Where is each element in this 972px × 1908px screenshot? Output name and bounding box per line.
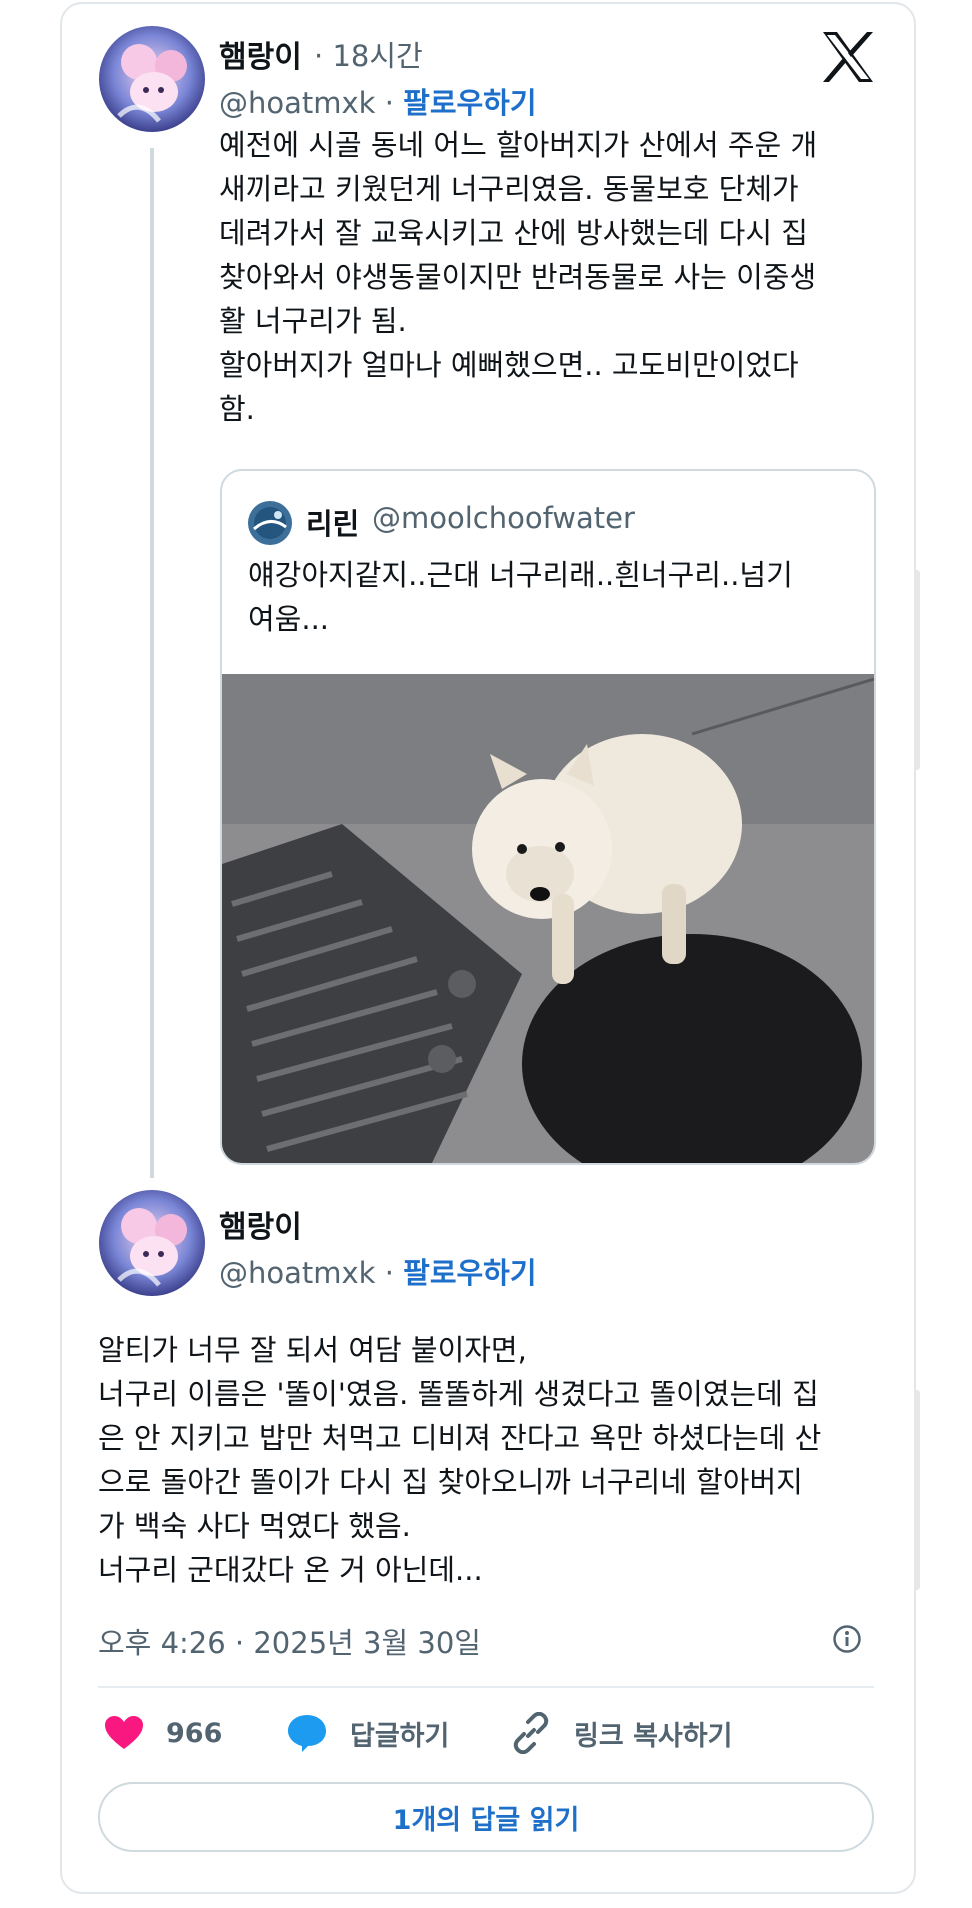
reply-author-avatar[interactable] <box>99 1190 205 1296</box>
reply-label: 답글하기 <box>350 1720 450 1752</box>
reply-author-handle[interactable]: @hoatmxk <box>219 1256 375 1290</box>
time-ago-row: · 18시간 <box>314 39 423 73</box>
x-logo-icon[interactable] <box>820 30 876 84</box>
thread-connector-line <box>150 148 154 1178</box>
divider <box>98 1686 874 1688</box>
like-button[interactable]: 966 <box>104 1708 222 1758</box>
quote-text: 얘강아지같지..근대 너구리래..흰너구리..넘기 여움... <box>248 558 793 636</box>
tweet-timestamp[interactable]: 오후 4:26 · 2025년 3월 30일 <box>98 1620 481 1662</box>
like-count: 966 <box>166 1717 223 1749</box>
raccoon-dog-photo[interactable] <box>222 674 874 1163</box>
follow-button[interactable]: 팔로우하기 <box>403 86 536 120</box>
read-replies-button[interactable]: 1개의 답글 읽기 <box>98 1782 874 1852</box>
scrollbar-lower[interactable] <box>914 1390 920 1590</box>
quote-author-handle: @moolchoofwater <box>372 501 635 535</box>
quote-author-name: 리린 <box>306 507 360 541</box>
quote-author-avatar <box>248 501 292 545</box>
author-handle-row: @hoatmxk · 팔로우하기 <box>219 86 537 120</box>
reply-follow-button[interactable]: 팔로우하기 <box>403 1256 536 1290</box>
copy-link-button[interactable]: 링크 복사하기 <box>510 1708 732 1758</box>
reply-button[interactable]: 답글하기 <box>286 1708 449 1758</box>
speech-bubble-icon <box>288 1715 326 1752</box>
link-icon <box>513 1712 549 1754</box>
tweet-text: 예전에 시골 동네 어느 할아버지가 산에서 주운 개 새끼라고 키웠던게 너구… <box>219 128 818 426</box>
copy-link-label: 링크 복사하기 <box>574 1720 733 1752</box>
author-handle[interactable]: @hoatmxk <box>219 86 375 120</box>
reply-author-name[interactable]: 햄랑이 <box>219 1202 302 1246</box>
author-name[interactable]: 햄랑이 <box>219 32 302 76</box>
time-ago: 18시간 <box>332 39 423 73</box>
quoted-tweet[interactable]: 리린 @moolchoofwater 얘강아지같지..근대 너구리래..흰너구리… <box>220 469 876 1165</box>
reply-handle-row: @hoatmxk · 팔로우하기 <box>219 1256 537 1290</box>
info-icon[interactable] <box>832 1624 862 1654</box>
reply-text: 알티가 너무 잘 되서 여담 붙이자면, 너구리 이름은 '똘이'였음. 똘똘하… <box>98 1333 822 1587</box>
author-avatar[interactable] <box>99 26 205 132</box>
heart-icon <box>105 1716 143 1749</box>
scrollbar[interactable] <box>914 570 920 770</box>
